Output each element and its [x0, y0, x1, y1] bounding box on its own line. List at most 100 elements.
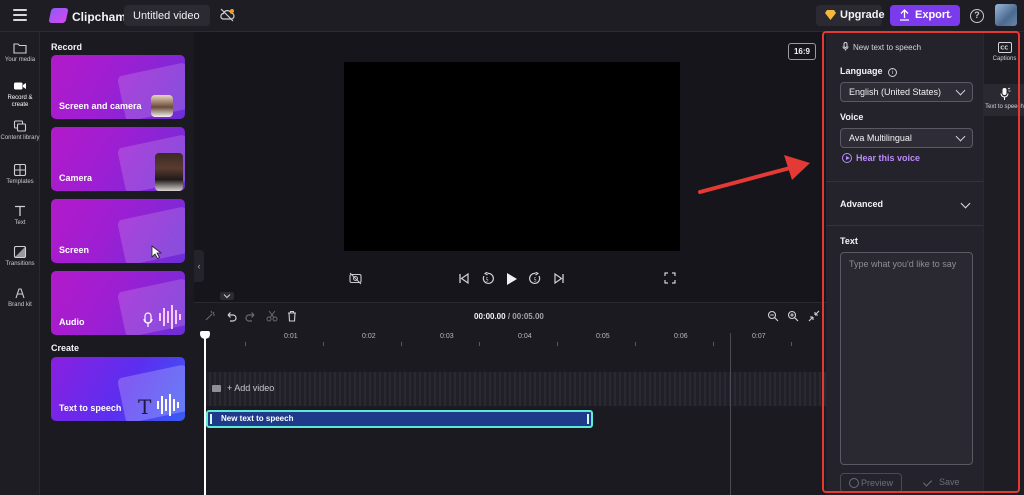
tick-mark — [635, 342, 636, 346]
screenshot-off-icon[interactable] — [349, 272, 362, 285]
nav-item-templates[interactable]: Templates — [0, 164, 40, 186]
video-canvas[interactable] — [344, 62, 680, 251]
text-to-speech-card[interactable]: T Text to speech — [51, 357, 185, 421]
nav-item-record-create[interactable]: Record & create — [0, 80, 40, 109]
add-video-button[interactable]: + Add video — [212, 383, 274, 393]
card-label: Screen — [59, 245, 90, 255]
tts-panel-title: New text to speech — [853, 43, 922, 52]
clipchamp-logo — [48, 8, 69, 23]
tts-audio-clip[interactable]: New text to speech — [206, 410, 593, 428]
time-ruler[interactable]: 0 0:01 0:02 0:03 0:04 0:05 0:06 0:07 — [204, 333, 826, 346]
undo-icon[interactable] — [225, 310, 237, 322]
rewind-5-icon[interactable]: 5 — [481, 272, 494, 285]
playhead[interactable] — [200, 331, 210, 495]
collapse-chevron-icon[interactable] — [220, 292, 234, 300]
info-icon[interactable]: i — [888, 68, 898, 77]
delete-icon[interactable] — [286, 310, 298, 322]
skip-forward-icon[interactable] — [553, 272, 565, 285]
export-button[interactable]: Export ⌄ — [890, 5, 960, 26]
text-label: Text — [840, 236, 858, 246]
nav-label: Brand kit — [8, 302, 32, 308]
avatar[interactable] — [995, 4, 1017, 26]
left-nav: Your media Record & create Content libra… — [0, 32, 40, 495]
menu-icon[interactable] — [13, 9, 27, 21]
transitions-icon — [13, 246, 27, 258]
tick-mark — [245, 342, 246, 346]
chevron-down-icon[interactable] — [960, 198, 971, 209]
chevron-down-icon — [955, 131, 966, 142]
nav-item-text[interactable]: Text — [0, 205, 40, 227]
text-icon — [15, 205, 25, 216]
aspect-ratio-button[interactable]: 16:9 — [788, 43, 816, 60]
nav-label: Templates — [6, 179, 34, 185]
time-separator: / — [507, 312, 511, 321]
preview-button[interactable]: Preview — [840, 473, 902, 493]
nav-item-your-media[interactable]: Your media — [0, 42, 40, 64]
play-icon[interactable] — [505, 272, 518, 286]
tick-mark — [323, 342, 324, 346]
divider — [826, 181, 983, 182]
cursor-icon — [151, 245, 163, 259]
nav-item-content-library[interactable]: Content library — [0, 120, 40, 142]
person-thumbnail — [155, 153, 183, 191]
video-track-dropzone[interactable] — [204, 372, 826, 406]
redo-icon[interactable] — [245, 310, 257, 322]
language-dropdown[interactable]: English (United States) — [840, 82, 973, 102]
language-value: English (United States) — [849, 87, 942, 97]
captions-tab[interactable]: CC Captions — [984, 42, 1024, 63]
tick-label: 0:04 — [518, 333, 532, 340]
help-icon[interactable]: ? — [970, 9, 984, 23]
brand-kit-icon — [15, 288, 25, 299]
divider — [826, 225, 983, 226]
timecode: 00:00.00 / 00:05.00 — [474, 312, 544, 321]
timeline: 00:00.00 / 00:05.00 0 0:01 0:02 0:03 0:0… — [194, 302, 826, 495]
diamond-icon — [825, 10, 836, 20]
tick-label: 0:03 — [440, 333, 454, 340]
microphone-waveform-icon — [143, 305, 181, 329]
hear-this-voice-link[interactable]: Hear this voice — [842, 153, 920, 163]
captions-icon: CC — [997, 42, 1012, 53]
tick-label: 0:05 — [596, 333, 610, 340]
voice-label: Voice — [840, 112, 864, 122]
nav-label: Transitions — [5, 261, 35, 267]
project-title-input[interactable]: Untitled video — [124, 5, 210, 26]
forward-5-icon[interactable]: 5 — [529, 272, 542, 285]
advanced-toggle[interactable]: Advanced — [840, 199, 883, 209]
scissors-icon[interactable] — [266, 310, 278, 322]
tick-mark — [401, 342, 402, 346]
export-label: Export — [915, 9, 950, 21]
video-icon — [212, 385, 221, 392]
zoom-out-icon[interactable] — [767, 310, 779, 322]
svg-text:5: 5 — [534, 278, 537, 284]
clip-trim-handle-left[interactable] — [210, 414, 212, 424]
upgrade-button[interactable]: Upgrade — [816, 5, 885, 26]
camera-icon — [14, 82, 26, 90]
text-to-speech-tab[interactable]: Text to speech — [984, 84, 1024, 116]
nav-item-transitions[interactable]: Transitions — [0, 246, 40, 268]
tts-text-input[interactable]: Type what you'd like to say — [840, 252, 973, 465]
clip-trim-handle-right[interactable] — [587, 414, 589, 424]
screen-and-camera-card[interactable]: Screen and camera — [51, 55, 185, 119]
play-circle-icon — [842, 153, 852, 163]
nav-item-brand-kit[interactable]: Brand kit — [0, 287, 40, 309]
record-create-panel: Record Screen and camera Camera Screen A… — [41, 32, 194, 495]
camera-card[interactable]: Camera — [51, 127, 185, 191]
fit-timeline-icon[interactable] — [808, 310, 820, 322]
zoom-in-icon[interactable] — [787, 310, 799, 322]
language-label: Language i — [840, 66, 898, 77]
audio-card[interactable]: Audio — [51, 271, 185, 335]
fullscreen-icon[interactable] — [664, 272, 676, 284]
voice-dropdown[interactable]: Ava Multilingual — [840, 128, 973, 148]
save-button[interactable]: Save — [923, 477, 960, 487]
screen-card[interactable]: Screen — [51, 199, 185, 263]
tick-label: 0:06 — [674, 333, 688, 340]
svg-text:5: 5 — [486, 278, 489, 284]
speech-icon — [842, 42, 849, 51]
hear-voice-label: Hear this voice — [856, 153, 921, 163]
cloud-sync-off-icon[interactable] — [219, 8, 235, 22]
text-to-speech-icon — [1000, 87, 1010, 100]
collapse-panel-tab[interactable]: ‹ — [194, 250, 204, 282]
current-time: 00:00.00 — [474, 312, 506, 321]
magic-wand-icon[interactable] — [204, 310, 216, 322]
skip-back-icon[interactable] — [458, 272, 470, 285]
